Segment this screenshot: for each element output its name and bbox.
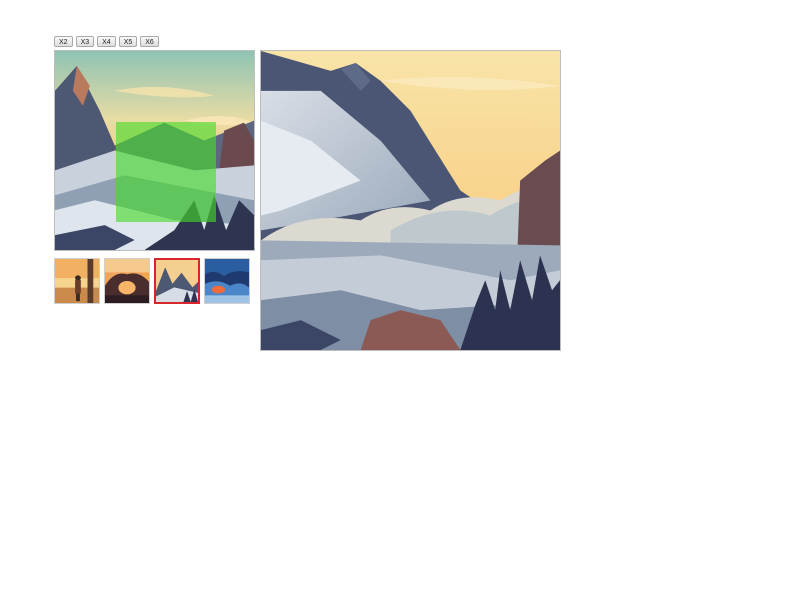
- mountain-zoomed-illustration: [261, 51, 560, 350]
- zoom-x5-button[interactable]: X5: [118, 36, 138, 47]
- snowy-mountains-image: [156, 260, 198, 302]
- thumbnail-strip: [54, 258, 250, 304]
- thumbnail-glowing-cave[interactable]: [204, 258, 250, 304]
- preview-image[interactable]: [54, 50, 255, 251]
- thumbnail-woman-by-lake[interactable]: [54, 258, 100, 304]
- glowing-cave-image: [205, 259, 249, 303]
- woman-by-lake-image: [55, 259, 99, 303]
- thumbnail-snowy-mountains[interactable]: [154, 258, 200, 304]
- zoom-x6-button[interactable]: X6: [140, 36, 159, 47]
- rock-arch-sunset-image: [105, 259, 149, 303]
- zoom-x2-button[interactable]: X2: [54, 36, 73, 47]
- magnifier-lens[interactable]: [116, 122, 216, 222]
- zoomed-view: [260, 50, 561, 351]
- thumbnail-rock-arch-sunset[interactable]: [104, 258, 150, 304]
- zoom-x3-button[interactable]: X3: [75, 36, 95, 47]
- zoom-factor-toolbar: X2 X3 X4 X5 X6: [54, 36, 159, 47]
- zoom-x4-button[interactable]: X4: [97, 36, 116, 47]
